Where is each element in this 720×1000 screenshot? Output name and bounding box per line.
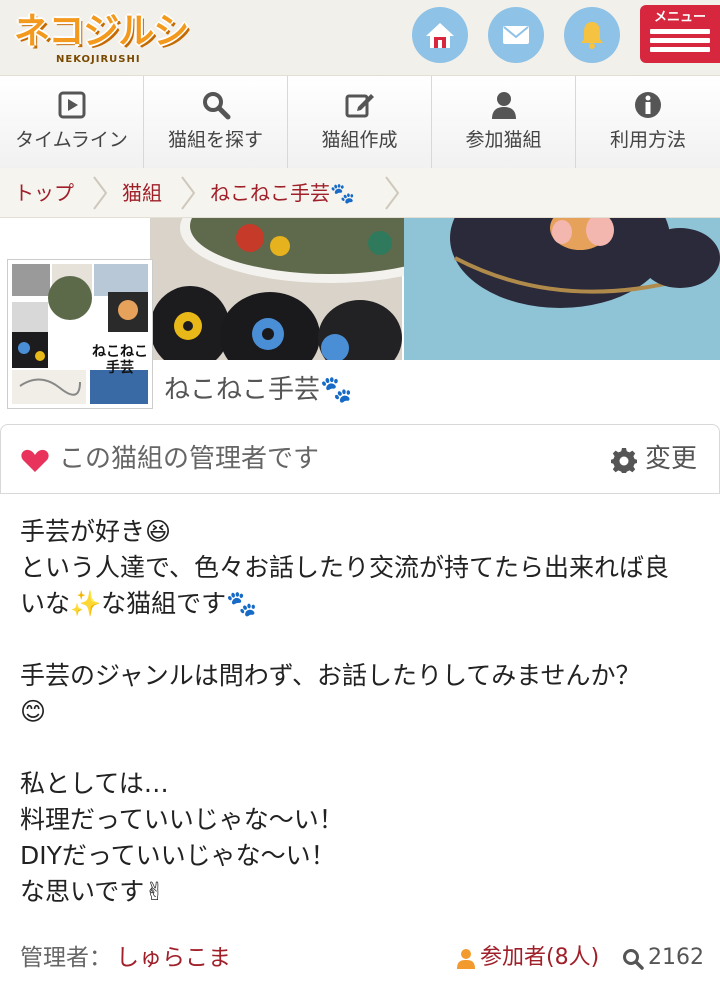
tab-timeline[interactable]: タイムライン bbox=[0, 76, 144, 168]
description-line: な思いです✌ bbox=[20, 877, 166, 906]
breadcrumb-groups[interactable]: 猫組 bbox=[122, 168, 162, 218]
description-line: という人達で、色々お話したり交流が持てたら出来れば良 bbox=[20, 553, 670, 582]
description-line: 😊 bbox=[20, 697, 47, 726]
chevron-right-icon bbox=[385, 176, 400, 210]
members-link[interactable]: 参加者(8人) bbox=[480, 940, 599, 976]
description-line bbox=[20, 622, 710, 658]
tab-create-group-label: 猫組作成 bbox=[321, 129, 398, 151]
description-line: 手芸のジャンルは問わず、お話したりしてみませんか？ bbox=[20, 661, 641, 690]
description-line: 料理だっていいじゃな〜い！ bbox=[20, 805, 344, 834]
group-thumbnail[interactable]: ねこねこ 手芸 bbox=[8, 260, 152, 408]
logo-subtext: NEKOJIRUSHI bbox=[56, 54, 141, 65]
tab-timeline-label: タイムライン bbox=[15, 129, 128, 151]
tab-joined-groups[interactable]: 参加猫組 bbox=[432, 76, 576, 168]
main-nav: タイムライン 猫組を探す 猫組作成 参加猫組 利用方法 bbox=[0, 76, 720, 168]
tab-joined-groups-label: 参加猫組 bbox=[465, 129, 542, 151]
tab-search-groups-label: 猫組を探す bbox=[167, 129, 263, 151]
tab-how-to-use[interactable]: 利用方法 bbox=[576, 76, 720, 168]
breadcrumb-top[interactable]: トップ bbox=[14, 168, 74, 218]
admin-status-bar: この猫組の管理者です 変更 bbox=[0, 424, 720, 494]
tab-search-groups[interactable]: 猫組を探す bbox=[144, 76, 288, 168]
tab-create-group[interactable]: 猫組作成 bbox=[288, 76, 432, 168]
home-icon bbox=[426, 23, 454, 48]
bell-icon bbox=[581, 22, 603, 49]
edit-icon bbox=[345, 94, 374, 118]
info-icon bbox=[635, 92, 661, 118]
app-header: ネコジルシ NEKOJIRUSHI メニュー bbox=[0, 0, 720, 76]
home-button[interactable] bbox=[412, 7, 468, 63]
admin-name-link[interactable]: しゅらこま bbox=[116, 940, 231, 976]
tab-how-to-use-label: 利用方法 bbox=[609, 129, 686, 151]
mail-button[interactable] bbox=[488, 7, 544, 63]
description-line: DIYだっていいじゃな〜い！ bbox=[20, 841, 336, 870]
change-settings-button[interactable]: 変更 bbox=[609, 425, 719, 493]
description-line: 私としては… bbox=[20, 769, 169, 798]
breadcrumb: トップ 猫組 ねこねこ手芸🐾 bbox=[0, 168, 720, 218]
chevron-right-icon bbox=[93, 176, 108, 210]
menu-button[interactable]: メニュー bbox=[640, 5, 720, 63]
view-count: 2162 bbox=[648, 945, 704, 970]
breadcrumb-current[interactable]: ねこねこ手芸🐾 bbox=[210, 168, 355, 218]
site-logo[interactable]: ネコジルシ NEKOJIRUSHI bbox=[14, 12, 194, 68]
chevron-right-icon bbox=[181, 176, 196, 210]
description-line: 手芸が好き😆 bbox=[20, 517, 172, 546]
thumbnail-collage bbox=[10, 262, 150, 406]
admin-label: 管理者： bbox=[20, 945, 112, 971]
thumbnail-text-1: ねこねこ bbox=[92, 344, 148, 360]
group-title: ねこねこ手芸🐾 bbox=[164, 375, 353, 405]
description-line: いな✨な猫組です🐾 bbox=[20, 589, 258, 618]
mail-icon bbox=[503, 26, 529, 44]
menu-label: メニュー bbox=[653, 10, 706, 25]
heart-icon bbox=[21, 449, 49, 472]
member-icon bbox=[457, 949, 475, 969]
search-icon bbox=[202, 92, 230, 120]
notification-button[interactable] bbox=[564, 7, 620, 63]
menu-icon bbox=[650, 29, 710, 56]
change-label: 変更 bbox=[645, 444, 698, 474]
thumbnail-text-2: 手芸 bbox=[106, 360, 134, 376]
group-description: 手芸が好き😆 という人達で、色々お話したり交流が持てたら出来れば良 いな✨な猫組… bbox=[20, 514, 710, 910]
description-line bbox=[20, 730, 710, 766]
gear-icon bbox=[611, 448, 637, 473]
views-search-icon bbox=[623, 949, 644, 970]
logo-text: ネコジルシ bbox=[14, 11, 189, 52]
user-icon bbox=[491, 92, 516, 119]
admin-status-text: この猫組の管理者です bbox=[59, 444, 320, 474]
play-icon bbox=[58, 91, 85, 119]
group-footer: 管理者： しゅらこま 参加者(8人) 2162 bbox=[0, 936, 720, 980]
